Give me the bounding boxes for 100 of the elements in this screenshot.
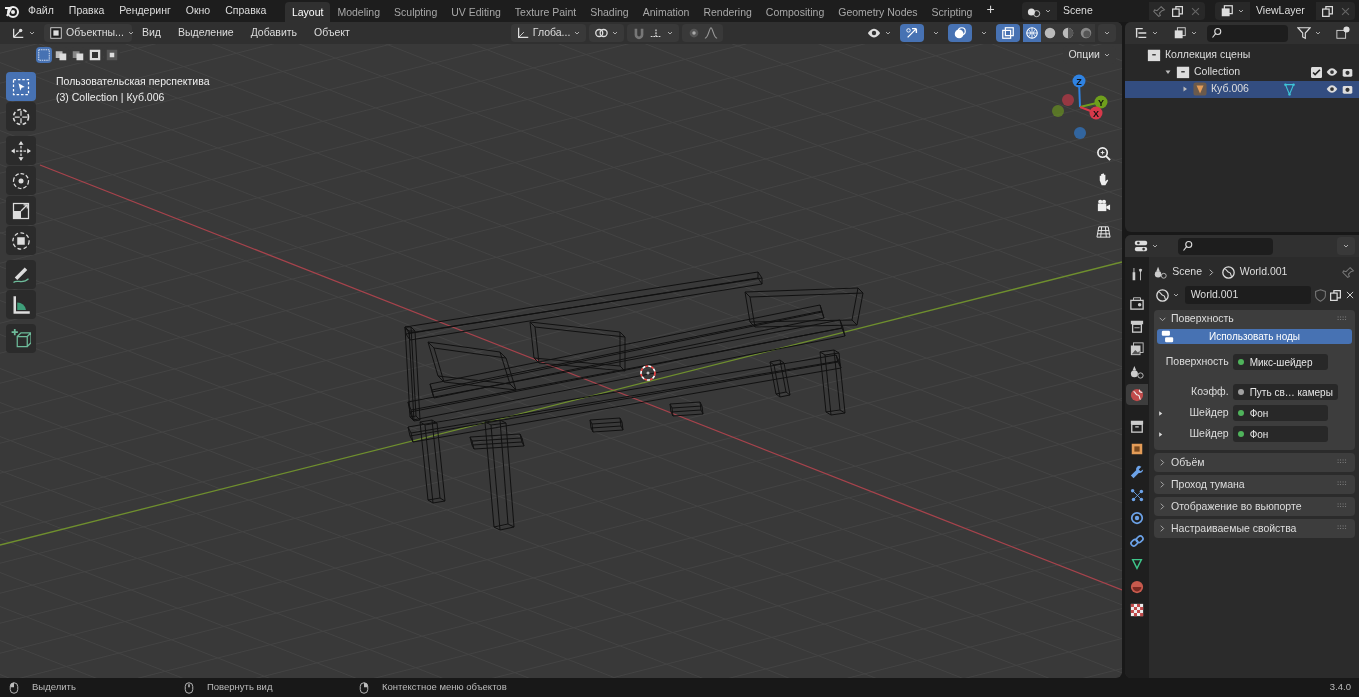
copy-icon xyxy=(1321,4,1334,18)
gizmo-toggle[interactable] xyxy=(900,24,924,42)
menu-item[interactable]: Вид xyxy=(135,23,168,43)
nodes-icon xyxy=(1160,329,1174,343)
zoom-icon xyxy=(1095,146,1111,161)
chevron-right-icon xyxy=(1158,479,1167,489)
tool-button[interactable] xyxy=(6,72,36,101)
copy-icon xyxy=(1171,4,1184,18)
chevron-right-icon xyxy=(1158,523,1167,533)
search-field[interactable] xyxy=(1178,237,1273,255)
menu-item[interactable]: Файл xyxy=(21,1,61,21)
search-field[interactable] xyxy=(1207,24,1288,42)
image-stack-icon xyxy=(1130,341,1144,356)
object-name[interactable]: Куб.006 xyxy=(1211,81,1249,97)
world-name-field[interactable]: World.001 xyxy=(1184,286,1312,304)
pin-icon xyxy=(1342,265,1355,279)
caret-icon xyxy=(126,29,135,37)
panel-header[interactable]: Объём xyxy=(1154,452,1355,472)
panel-header[interactable]: Настраиваемые свойства xyxy=(1154,518,1355,538)
collection-icon xyxy=(1176,65,1190,80)
negative-axis-handle[interactable] xyxy=(1074,127,1086,139)
tool-button[interactable] xyxy=(6,324,36,353)
mesh-data-icon xyxy=(1130,556,1144,571)
square-icon xyxy=(49,26,63,40)
add-workspace-button[interactable]: + xyxy=(979,0,1002,22)
workspace-tab[interactable]: Compositing xyxy=(758,2,832,22)
outliner-row[interactable]: Коллекция сцены xyxy=(1125,46,1359,64)
mode-dropdown[interactable]: Объектны... xyxy=(44,24,132,42)
socket-field[interactable]: Фон xyxy=(1232,405,1328,422)
chevron-right-icon xyxy=(1158,457,1167,467)
menu-item[interactable]: Окно xyxy=(178,1,218,21)
caret-icon xyxy=(1103,51,1111,59)
collapsed-arrow-icon[interactable] xyxy=(1181,85,1189,94)
tool-button[interactable] xyxy=(6,102,36,131)
menu-item[interactable]: Рендеринг xyxy=(112,1,178,21)
pivot-dropdown[interactable] xyxy=(589,24,625,42)
negative-axis-handle[interactable] xyxy=(1062,94,1074,106)
menu-item[interactable]: Справка xyxy=(218,1,274,21)
mouse-icon xyxy=(358,681,370,694)
menu-item[interactable]: Объект xyxy=(307,23,357,43)
workspace-tab[interactable]: Scripting xyxy=(924,2,980,22)
properties-editor-icon xyxy=(1134,239,1148,253)
outliner-row[interactable]: Collection xyxy=(1125,63,1359,81)
xray-toggle[interactable] xyxy=(996,24,1020,42)
axis-handle[interactable] xyxy=(1072,74,1086,108)
overlay-circles-icon xyxy=(953,26,967,40)
xray-icon xyxy=(1001,26,1015,40)
negative-axis-handle[interactable] xyxy=(1052,105,1064,117)
pivot-icon xyxy=(594,26,609,40)
tool-button[interactable] xyxy=(6,290,36,319)
socket-field[interactable]: Микс-шейдер xyxy=(1232,354,1328,371)
tool-button[interactable] xyxy=(6,226,36,255)
exclude-checkbox[interactable] xyxy=(1311,66,1322,78)
panel-header[interactable]: Поверхность xyxy=(1154,309,1355,329)
breadcrumb-item[interactable]: World.001 xyxy=(1239,264,1288,280)
scene-field[interactable]: Scene xyxy=(1057,2,1149,20)
tool-button[interactable] xyxy=(6,166,36,195)
workspace-tab[interactable]: Layout xyxy=(284,2,331,22)
select-mode-button[interactable] xyxy=(53,47,69,63)
outliner-row[interactable]: Куб.006 xyxy=(1125,80,1359,98)
collection-name[interactable]: Коллекция сцены xyxy=(1165,47,1251,63)
workspace-tab[interactable]: Modeling xyxy=(330,2,388,22)
workspace-tab[interactable]: Rendering xyxy=(696,2,759,22)
view-layer-field[interactable]: ViewLayer xyxy=(1250,2,1316,20)
workspace-tab[interactable]: Shading xyxy=(583,2,636,22)
breadcrumb-item[interactable]: Scene xyxy=(1172,264,1203,280)
panel-header[interactable]: Проход тумана xyxy=(1154,474,1355,494)
workspace-tab[interactable]: Sculpting xyxy=(387,2,445,22)
overlays-toggle[interactable] xyxy=(948,24,972,42)
caret-icon xyxy=(573,29,582,37)
shading-button[interactable] xyxy=(1077,24,1095,42)
orientation-dropdown[interactable]: Глоба... xyxy=(510,24,587,42)
select-mode-button[interactable] xyxy=(36,47,52,63)
proportional-dropdown[interactable] xyxy=(682,24,724,42)
shading-button[interactable] xyxy=(1041,24,1059,42)
select-mode-button[interactable] xyxy=(104,47,120,63)
axes-icon xyxy=(515,26,530,40)
workspace-tab[interactable]: Geometry Nodes xyxy=(831,2,925,22)
scene-icon xyxy=(1154,265,1167,279)
socket-field[interactable]: Путь св… камеры xyxy=(1232,384,1338,401)
snap-dropdown[interactable] xyxy=(627,24,680,42)
workspace-tab[interactable]: Animation xyxy=(635,2,697,22)
menu-item[interactable]: Добавить xyxy=(243,23,305,43)
select-mode-button[interactable] xyxy=(87,47,103,63)
collection-name[interactable]: Collection xyxy=(1194,64,1241,80)
workspace-tab[interactable]: Texture Paint xyxy=(507,2,584,22)
use-nodes-button[interactable]: Использовать ноды xyxy=(1156,328,1353,344)
menu-item[interactable]: Правка xyxy=(61,1,112,21)
workspace-tab[interactable]: UV Editing xyxy=(444,2,508,22)
tool-button[interactable] xyxy=(6,136,36,165)
panel-header[interactable]: Отображение во вьюпорте xyxy=(1154,496,1355,516)
eye-icon xyxy=(867,26,881,40)
socket-field[interactable]: Фон xyxy=(1232,426,1328,443)
axis-handle[interactable] xyxy=(1079,106,1103,120)
tool-button[interactable] xyxy=(6,260,36,289)
tool-button[interactable] xyxy=(6,196,36,225)
shading-button[interactable] xyxy=(1023,24,1041,42)
collection-icon xyxy=(1147,48,1161,63)
menu-item[interactable]: Выделение xyxy=(171,23,241,43)
properties-tab[interactable] xyxy=(1126,384,1148,405)
